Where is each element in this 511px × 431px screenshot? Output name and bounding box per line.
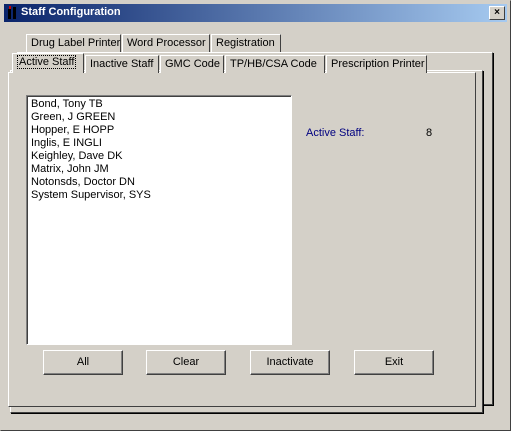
app-icon (8, 6, 16, 19)
list-item[interactable]: Hopper, E HOPP (31, 124, 291, 137)
tab-drug-label-printer[interactable]: Drug Label Printer (26, 34, 121, 52)
tab-word-processor[interactable]: Word Processor (122, 34, 210, 52)
close-icon: × (494, 7, 500, 18)
window-title: Staff Configuration (21, 6, 121, 18)
tab-tp-hb-csa-code[interactable]: TP/HB/CSA Code (225, 55, 325, 73)
tab-prescription-printer[interactable]: Prescription Printer (326, 55, 427, 73)
active-staff-count-label: Active Staff: (306, 127, 365, 139)
list-item[interactable]: Bond, Tony TB (31, 98, 291, 111)
clear-button[interactable]: Clear (146, 350, 226, 375)
all-button[interactable]: All (43, 350, 123, 375)
tab-inactive-staff[interactable]: Inactive Staff (85, 55, 159, 73)
list-item[interactable]: Notonsds, Doctor DN (31, 176, 291, 189)
tab-active-staff[interactable]: Active Staff (12, 53, 84, 73)
exit-button[interactable]: Exit (354, 350, 434, 375)
title-bar: Staff Configuration × (4, 4, 507, 22)
active-staff-listbox[interactable]: Bond, Tony TB Green, J GREEN Hopper, E H… (26, 95, 292, 345)
list-item[interactable]: Green, J GREEN (31, 111, 291, 124)
staff-configuration-window: Staff Configuration × Drug Label Printer… (0, 0, 511, 431)
list-item[interactable]: System Supervisor, SYS (31, 189, 291, 202)
active-staff-count-value: 8 (426, 127, 433, 139)
list-item[interactable]: Inglis, E INGLI (31, 137, 291, 150)
list-item[interactable]: Keighley, Dave DK (31, 150, 291, 163)
inactivate-button[interactable]: Inactivate (250, 350, 330, 375)
tab-registration[interactable]: Registration (211, 34, 281, 52)
close-button[interactable]: × (489, 6, 505, 20)
tab-gmc-code[interactable]: GMC Code (160, 55, 224, 73)
list-item[interactable]: Matrix, John JM (31, 163, 291, 176)
